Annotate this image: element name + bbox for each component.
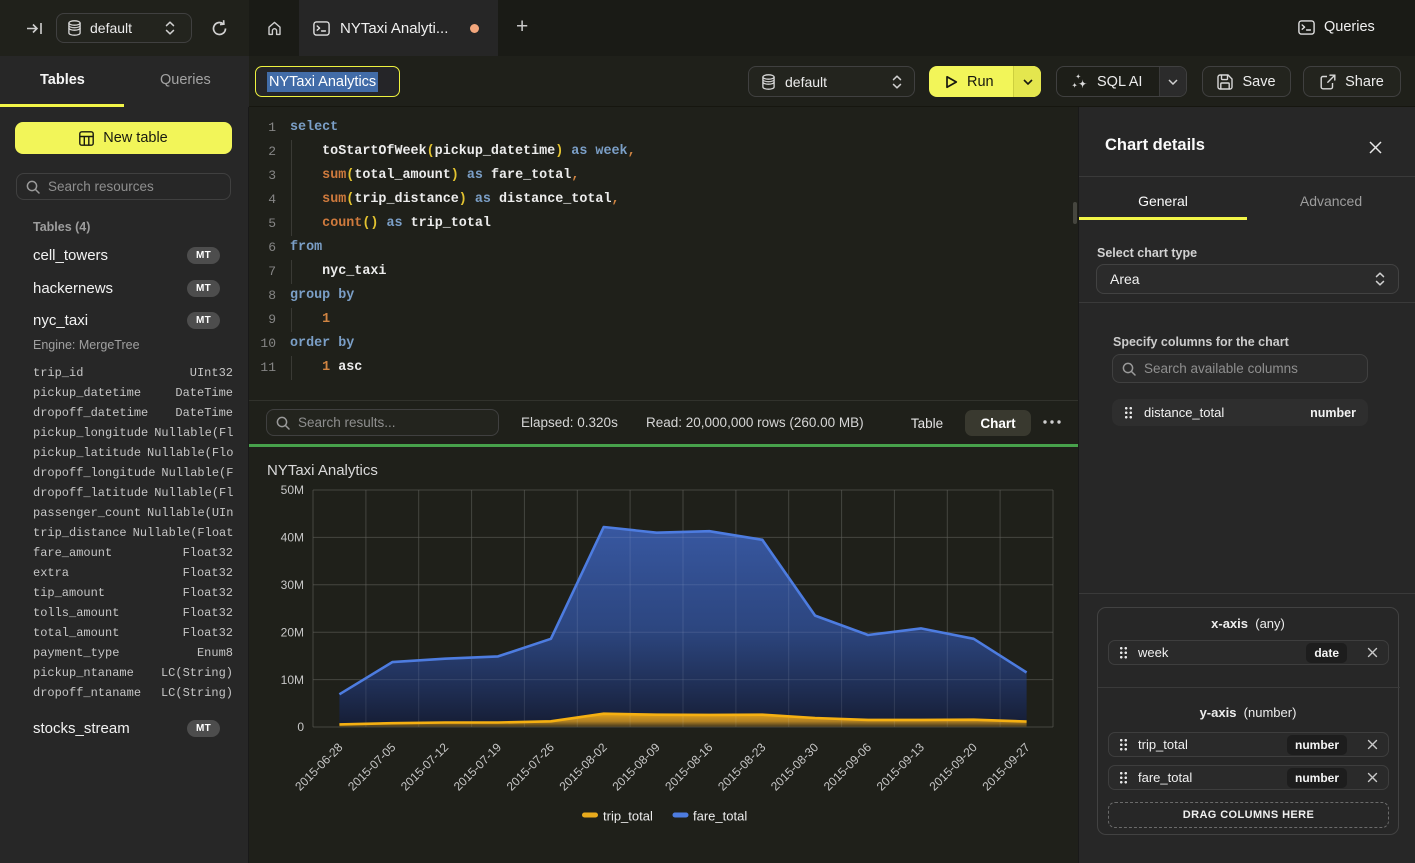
svg-text:2015-07-19: 2015-07-19 <box>451 740 505 794</box>
svg-text:2015-08-09: 2015-08-09 <box>609 740 663 794</box>
svg-text:0: 0 <box>297 720 304 734</box>
svg-text:2015-09-13: 2015-09-13 <box>874 740 928 794</box>
svg-text:2015-08-23: 2015-08-23 <box>715 740 769 794</box>
svg-text:10M: 10M <box>281 673 304 687</box>
svg-text:2015-07-26: 2015-07-26 <box>504 740 558 794</box>
svg-text:2015-09-20: 2015-09-20 <box>927 740 981 794</box>
svg-text:NYTaxi Analytics: NYTaxi Analytics <box>267 462 378 479</box>
svg-text:trip_total: trip_total <box>603 809 653 824</box>
svg-text:2015-06-28: 2015-06-28 <box>292 740 346 794</box>
svg-text:2015-08-16: 2015-08-16 <box>662 740 716 794</box>
svg-text:50M: 50M <box>281 483 304 497</box>
svg-text:2015-07-05: 2015-07-05 <box>345 740 399 794</box>
svg-text:30M: 30M <box>281 578 304 592</box>
svg-text:2015-08-02: 2015-08-02 <box>557 740 611 794</box>
svg-text:fare_total: fare_total <box>693 809 747 824</box>
svg-text:2015-09-27: 2015-09-27 <box>979 740 1033 794</box>
svg-text:2015-09-06: 2015-09-06 <box>821 740 875 794</box>
svg-text:2015-08-30: 2015-08-30 <box>768 740 822 794</box>
svg-text:20M: 20M <box>281 625 304 639</box>
svg-text:40M: 40M <box>281 531 304 545</box>
svg-text:2015-07-12: 2015-07-12 <box>398 740 452 794</box>
